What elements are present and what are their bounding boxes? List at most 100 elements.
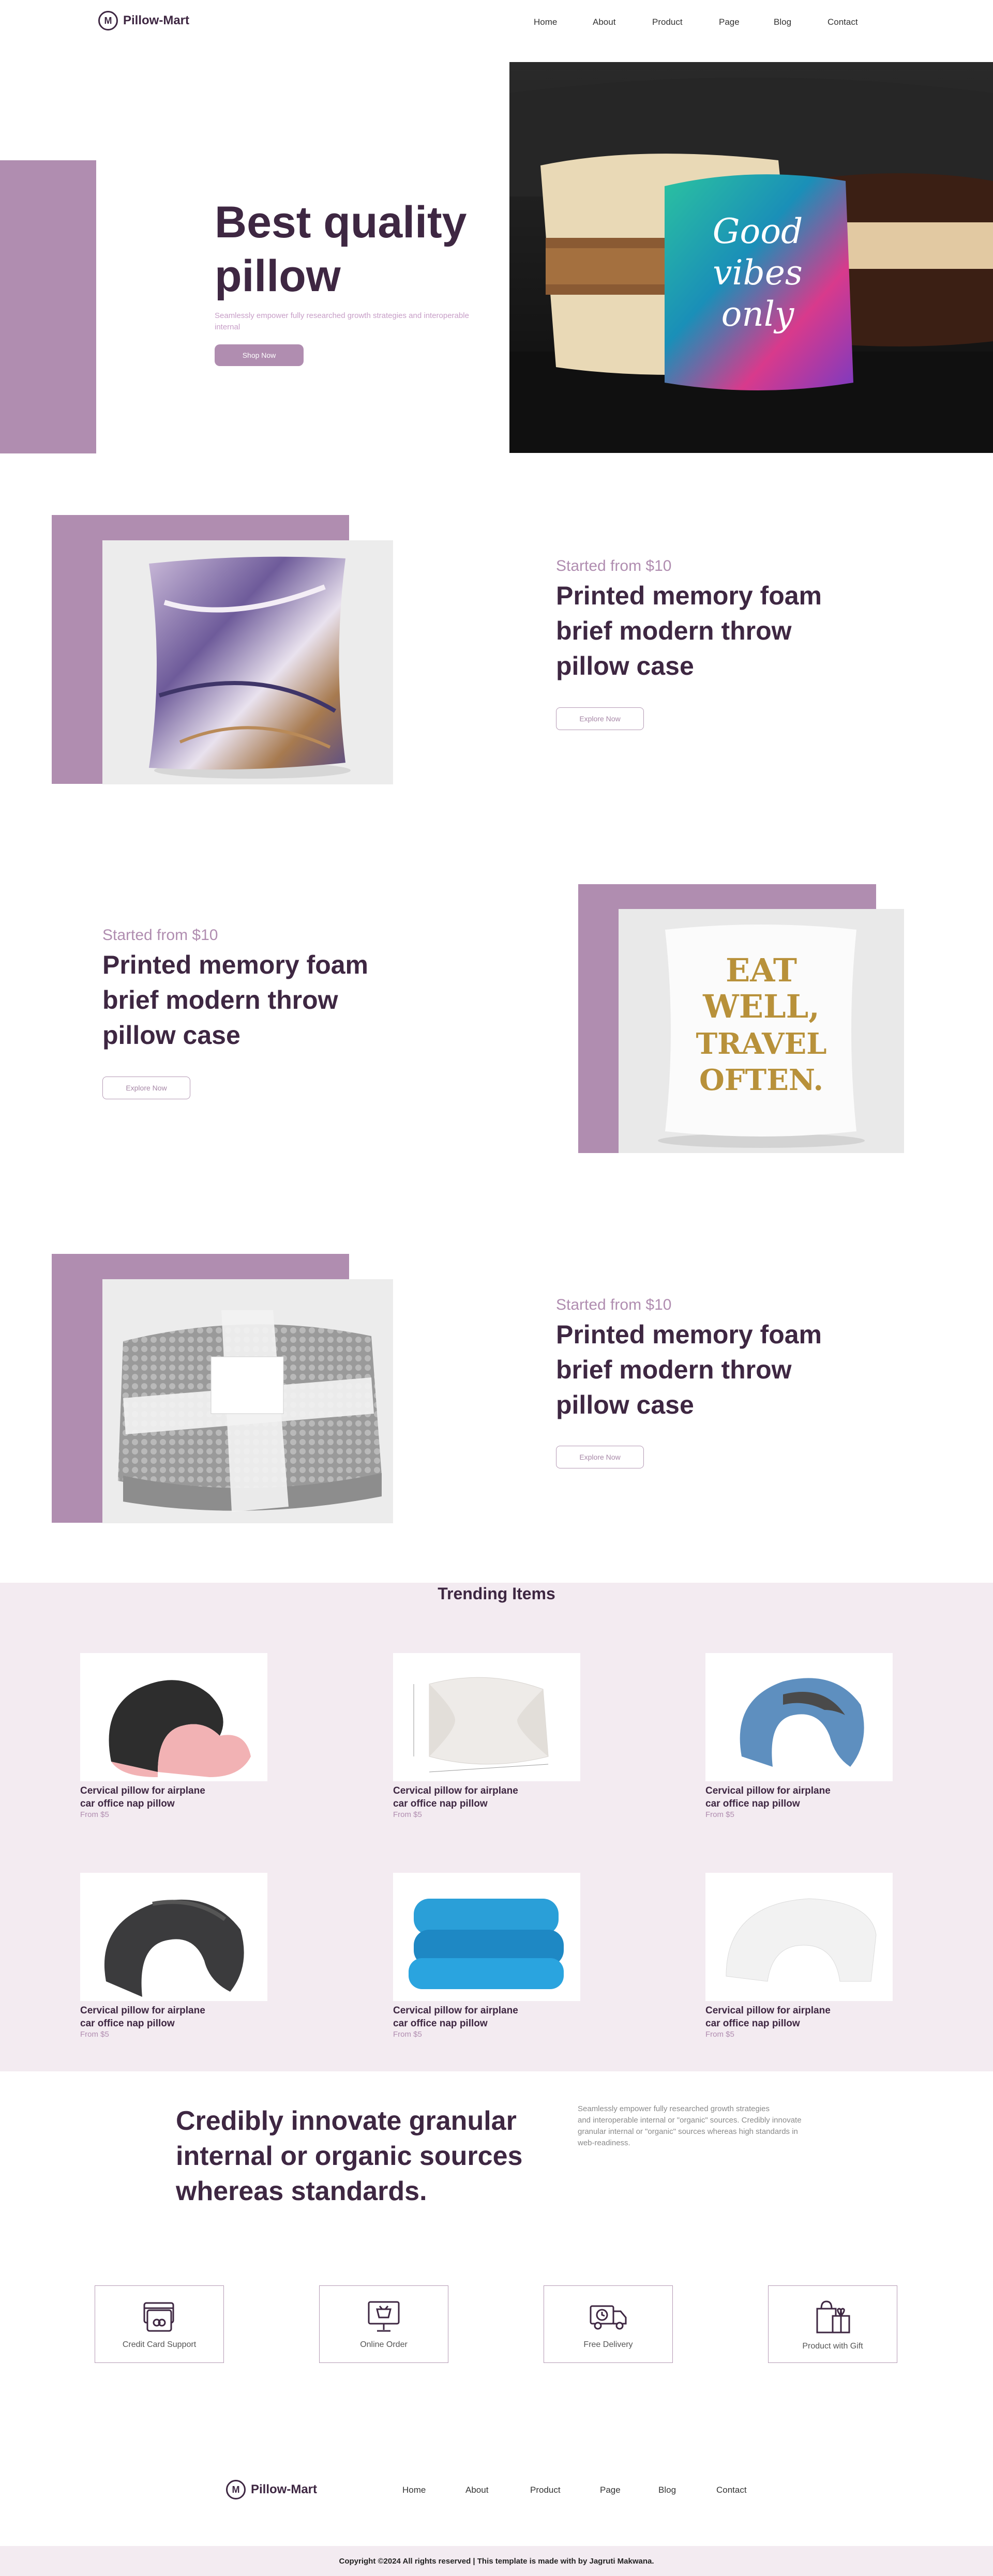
credit-card-icon bbox=[143, 2302, 174, 2332]
trending-item-name-line1: Cervical pillow for airplane bbox=[705, 2005, 831, 2016]
row1-started-from: Started from $10 bbox=[556, 557, 672, 574]
nav-contact[interactable]: Contact bbox=[828, 17, 858, 27]
footer-link-blog[interactable]: Blog bbox=[658, 2485, 676, 2495]
service-label: Online Order bbox=[360, 2340, 408, 2349]
service-label: Free Delivery bbox=[583, 2340, 633, 2349]
trending-item-name-line1: Cervical pillow for airplane bbox=[705, 1785, 831, 1796]
footer-link-product[interactable]: Product bbox=[530, 2485, 561, 2495]
row2-explore-button[interactable]: Explore Now bbox=[102, 1077, 190, 1099]
nav-about[interactable]: About bbox=[593, 17, 615, 27]
nav-product[interactable]: Product bbox=[652, 17, 683, 27]
row2-started-from: Started from $10 bbox=[102, 927, 218, 944]
row1-title-line3: pillow case bbox=[556, 651, 694, 680]
footer-brand-logo[interactable]: M Pillow-Mart bbox=[226, 2480, 317, 2499]
trending-item-name: Cervical pillow for airplane car office … bbox=[80, 2004, 287, 2030]
row1-explore-button[interactable]: Explore Now bbox=[556, 707, 644, 730]
site-header: M Pillow-Mart Home About Product Page Bl… bbox=[0, 0, 993, 41]
hero-image: Good vibes only bbox=[509, 62, 993, 453]
row3-title: Printed memory foam brief modern throw p… bbox=[556, 1317, 822, 1422]
trending-item-image bbox=[393, 1653, 580, 1781]
about-heading-line3: whereas standards. bbox=[176, 2176, 427, 2206]
trending-item-price: From $5 bbox=[393, 2030, 422, 2039]
trending-item[interactable]: Cervical pillow for airplane car office … bbox=[393, 1873, 600, 2039]
trending-item[interactable]: Cervical pillow for airplane car office … bbox=[80, 1873, 287, 2039]
footer-brand-name: Pillow-Mart bbox=[251, 2482, 318, 2496]
row2-title-line3: pillow case bbox=[102, 1021, 240, 1050]
trending-item-image bbox=[80, 1873, 267, 2001]
trending-item-name-line2: car office nap pillow bbox=[705, 2018, 800, 2029]
trending-item-price: From $5 bbox=[705, 2030, 734, 2039]
row2-title-line1: Printed memory foam bbox=[102, 950, 369, 979]
nav-page[interactable]: Page bbox=[719, 17, 740, 27]
nav-home[interactable]: Home bbox=[534, 17, 557, 27]
hero-title-line2: pillow bbox=[215, 251, 341, 301]
row2-title: Printed memory foam brief modern throw p… bbox=[102, 947, 368, 1053]
trending-item[interactable]: Cervical pillow for airplane car office … bbox=[393, 1653, 600, 1819]
footer-logo-icon: M bbox=[226, 2480, 246, 2499]
trending-item[interactable]: Cervical pillow for airplane car office … bbox=[705, 1653, 912, 1819]
about-heading-line2: internal or organic sources bbox=[176, 2141, 523, 2171]
service-product-gift[interactable]: Product with Gift bbox=[768, 2285, 897, 2363]
pillow-text-often: OFTEN. bbox=[699, 1063, 823, 1097]
trending-item-price: From $5 bbox=[705, 1810, 734, 1819]
service-label: Credit Card Support bbox=[122, 2340, 197, 2349]
footer-link-contact[interactable]: Contact bbox=[716, 2485, 747, 2495]
about-text-line1: Seamlessly empower fully researched grow… bbox=[578, 2104, 770, 2113]
service-credit-card[interactable]: Credit Card Support bbox=[95, 2285, 224, 2363]
about-text-line4: web-readiness. bbox=[578, 2139, 630, 2147]
hero-pillow-text-2: vibes bbox=[713, 253, 803, 293]
copyright-bar: Copyright ©2024 All rights reserved | Th… bbox=[0, 2546, 993, 2576]
hero-subtitle: Seamlessly empower fully researched grow… bbox=[215, 311, 469, 331]
about-text-line2: and interoperable internal or "organic" … bbox=[578, 2116, 802, 2125]
brand-name: Pillow-Mart bbox=[123, 13, 190, 27]
trending-item[interactable]: Cervical pillow for airplane car office … bbox=[705, 1873, 912, 2039]
row1-image bbox=[102, 540, 393, 784]
copyright-text: Copyright ©2024 All rights reserved | Th… bbox=[339, 2556, 654, 2566]
online-order-icon bbox=[368, 2301, 400, 2332]
trending-item-price: From $5 bbox=[393, 1810, 422, 1819]
row1-title-line1: Printed memory foam bbox=[556, 581, 822, 610]
delivery-truck-icon bbox=[590, 2305, 627, 2330]
nav-blog[interactable]: Blog bbox=[774, 17, 791, 27]
trending-item-name: Cervical pillow for airplane car office … bbox=[80, 1784, 287, 1810]
trending-item-name: Cervical pillow for airplane car office … bbox=[393, 1784, 600, 1810]
blanket-art bbox=[118, 1310, 382, 1512]
trending-item-name-line2: car office nap pillow bbox=[80, 2018, 175, 2029]
trending-item-name: Cervical pillow for airplane car office … bbox=[705, 1784, 912, 1810]
trending-item-image bbox=[705, 1873, 893, 2001]
about-heading: Credibly innovate granular internal or o… bbox=[176, 2103, 522, 2209]
trending-item-price: From $5 bbox=[80, 1810, 109, 1819]
pillow-text-well: WELL, bbox=[702, 988, 820, 1025]
hero-pillow-text-3: only bbox=[721, 294, 794, 334]
service-free-delivery[interactable]: Free Delivery bbox=[544, 2285, 673, 2363]
trending-item-name-line1: Cervical pillow for airplane bbox=[393, 2005, 518, 2016]
about-text-line3: granular internal or "organic" sources w… bbox=[578, 2127, 798, 2136]
row3-image bbox=[102, 1279, 393, 1523]
about-text: Seamlessly empower fully researched grow… bbox=[578, 2103, 847, 2149]
trending-item-name-line1: Cervical pillow for airplane bbox=[80, 1785, 205, 1796]
pillow-text-travel: TRAVEL bbox=[696, 1027, 826, 1061]
trending-item-price: From $5 bbox=[80, 2030, 109, 2039]
row3-explore-button[interactable]: Explore Now bbox=[556, 1446, 644, 1468]
row3-started-from: Started from $10 bbox=[556, 1296, 672, 1313]
service-label: Product with Gift bbox=[802, 2342, 863, 2351]
eat-well-pillow-art: EAT WELL, TRAVEL OFTEN. bbox=[658, 925, 865, 1148]
trending-title: Trending Items bbox=[438, 1584, 555, 1603]
trending-item-name-line2: car office nap pillow bbox=[705, 1798, 800, 1809]
hero-title: Best quality pillow bbox=[215, 195, 467, 303]
footer-link-page[interactable]: Page bbox=[600, 2485, 621, 2495]
shop-now-button[interactable]: Shop Now bbox=[215, 344, 304, 366]
trending-item[interactable]: Cervical pillow for airplane car office … bbox=[80, 1653, 287, 1819]
about-heading-line1: Credibly innovate granular bbox=[176, 2106, 517, 2136]
brand-logo[interactable]: M Pillow-Mart bbox=[98, 11, 189, 31]
trending-item-name: Cervical pillow for airplane car office … bbox=[393, 2004, 600, 2030]
service-online-order[interactable]: Online Order bbox=[319, 2285, 448, 2363]
logo-icon: M bbox=[98, 11, 118, 31]
footer-link-about[interactable]: About bbox=[465, 2485, 488, 2495]
trending-item-image bbox=[705, 1653, 893, 1781]
trending-item-name: Cervical pillow for airplane car office … bbox=[705, 2004, 912, 2030]
footer-link-home[interactable]: Home bbox=[402, 2485, 426, 2495]
hero-pillow-text-1: Good bbox=[713, 211, 803, 251]
trending-item-name-line2: car office nap pillow bbox=[393, 1798, 488, 1809]
row1-title-line2: brief modern throw bbox=[556, 616, 792, 645]
